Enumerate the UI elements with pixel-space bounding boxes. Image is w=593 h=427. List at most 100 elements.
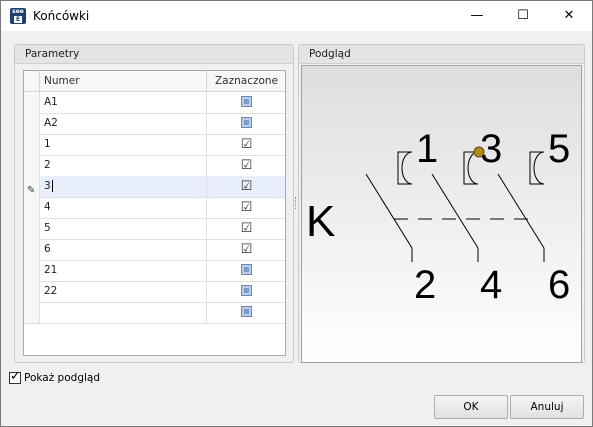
- checked-checkbox-icon[interactable]: ☑: [241, 179, 253, 194]
- row-indicator[interactable]: [24, 92, 40, 113]
- zaznaczone-cell[interactable]: ☑: [208, 176, 285, 197]
- numer-cell[interactable]: 21: [40, 260, 207, 281]
- numer-value: 6: [44, 243, 51, 255]
- maximize-button[interactable]: ☐: [500, 1, 546, 31]
- header-zaznaczone[interactable]: Zaznaczone: [208, 71, 285, 91]
- cancel-button[interactable]: Anuluj: [510, 395, 584, 419]
- title-bar: see E Końcówki — ☐ ✕: [1, 1, 592, 31]
- unchecked-checkbox-icon[interactable]: [241, 96, 252, 107]
- table-row[interactable]: 22: [24, 281, 285, 303]
- row-indicator[interactable]: [24, 239, 40, 260]
- numer-cell[interactable]: 1: [40, 134, 207, 155]
- parametry-grid[interactable]: Numer Zaznaczone A1 A2 1 ☑ 2 ☑ ✎ 3 ☑ 4 ☑ 5 ☑ 6 ☑ 21 22: [23, 70, 286, 356]
- grid-header: Numer Zaznaczone: [24, 71, 285, 92]
- numer-cell[interactable]: A1: [40, 92, 207, 113]
- numer-value: 4: [44, 201, 51, 213]
- symbol-label: K: [306, 197, 335, 246]
- table-row[interactable]: A1: [24, 92, 285, 114]
- checked-checkbox-icon[interactable]: ☑: [241, 221, 253, 236]
- zaznaczone-cell[interactable]: [208, 260, 285, 281]
- checked-checkbox-icon[interactable]: ☑: [241, 242, 253, 257]
- header-numer[interactable]: Numer: [40, 71, 207, 91]
- row-indicator[interactable]: [24, 281, 40, 302]
- numer-value: 22: [44, 285, 58, 297]
- app-icon-text-bottom: E: [14, 16, 22, 23]
- numer-cell[interactable]: 22: [40, 281, 207, 302]
- contact-lines: [365, 151, 545, 262]
- table-row[interactable]: 1 ☑: [24, 134, 285, 156]
- app-icon: see E: [10, 8, 26, 24]
- minimize-button[interactable]: —: [454, 1, 500, 31]
- numer-cell[interactable]: A2: [40, 113, 207, 134]
- selection-marker[interactable]: [473, 146, 485, 158]
- numer-value: 21: [44, 264, 58, 276]
- numer-value: 5: [44, 222, 51, 234]
- numer-cell[interactable]: 3: [40, 176, 207, 197]
- numer-cell[interactable]: 2: [40, 155, 207, 176]
- table-row[interactable]: 4 ☑: [24, 197, 285, 219]
- terminal-bottom-2: 2: [414, 263, 436, 307]
- row-indicator[interactable]: [24, 155, 40, 176]
- numer-value: 2: [44, 159, 51, 171]
- row-indicator[interactable]: [24, 260, 40, 281]
- header-indicator: [24, 71, 40, 91]
- terminal-bottom-4: 4: [480, 263, 502, 307]
- table-row[interactable]: A2: [24, 113, 285, 135]
- row-indicator[interactable]: [24, 218, 40, 239]
- checked-checkbox-icon[interactable]: ☑: [241, 158, 253, 173]
- numer-value: 3: [44, 180, 51, 192]
- row-indicator[interactable]: ✎: [24, 176, 40, 197]
- table-row[interactable]: [24, 302, 285, 324]
- table-row[interactable]: 21: [24, 260, 285, 282]
- zaznaczone-cell[interactable]: ☑: [208, 218, 285, 239]
- terminal-bottom-6: 6: [548, 263, 570, 307]
- app-icon-text-top: see: [12, 8, 24, 15]
- terminal-top-5: 5: [548, 127, 570, 171]
- unchecked-checkbox-icon[interactable]: [241, 264, 252, 275]
- zaznaczone-cell[interactable]: [208, 302, 285, 323]
- table-row[interactable]: ✎ 3 ☑: [24, 176, 285, 198]
- numer-cell[interactable]: [40, 302, 207, 323]
- table-row[interactable]: 5 ☑: [24, 218, 285, 240]
- row-indicator[interactable]: [24, 134, 40, 155]
- checkbox-icon[interactable]: [9, 369, 21, 384]
- numer-cell[interactable]: 4: [40, 197, 207, 218]
- zaznaczone-cell[interactable]: ☑: [208, 134, 285, 155]
- zaznaczone-cell[interactable]: [208, 113, 285, 134]
- row-indicator[interactable]: [24, 302, 40, 323]
- terminal-top-1: 1: [416, 127, 438, 171]
- zaznaczone-cell[interactable]: ☑: [208, 197, 285, 218]
- table-row[interactable]: 6 ☑: [24, 239, 285, 261]
- zaznaczone-cell[interactable]: ☑: [208, 239, 285, 260]
- minimize-icon: —: [470, 8, 484, 23]
- show-preview-checkbox[interactable]: Pokaż podgląd: [9, 369, 100, 384]
- contactor-symbol: K 1 3 5 2 4 6: [306, 127, 570, 307]
- zaznaczone-cell[interactable]: ☑: [208, 155, 285, 176]
- splitter-handle[interactable]: [295, 197, 298, 209]
- numer-value: A2: [44, 117, 58, 129]
- window-title: Końcówki: [33, 9, 90, 23]
- table-row[interactable]: 2 ☑: [24, 155, 285, 177]
- unchecked-checkbox-icon[interactable]: [241, 285, 252, 296]
- zaznaczone-cell[interactable]: [208, 92, 285, 113]
- maximize-icon: ☐: [517, 8, 529, 23]
- dialog-window: see E Końcówki — ☐ ✕ Parametry Numer Zaz…: [0, 0, 593, 427]
- numer-cell[interactable]: 6: [40, 239, 207, 260]
- preview-canvas: K 1 3 5 2 4 6: [301, 65, 582, 363]
- numer-value: 1: [44, 138, 51, 150]
- close-icon: ✕: [563, 8, 575, 23]
- zaznaczone-cell[interactable]: [208, 281, 285, 302]
- parametry-title: Parametry: [15, 45, 293, 64]
- close-button[interactable]: ✕: [546, 1, 592, 31]
- unchecked-checkbox-icon[interactable]: [241, 306, 252, 317]
- unchecked-checkbox-icon[interactable]: [241, 117, 252, 128]
- podglad-title: Podgląd: [299, 45, 584, 64]
- ok-button[interactable]: OK: [434, 395, 508, 419]
- row-indicator[interactable]: [24, 113, 40, 134]
- checked-checkbox-icon[interactable]: ☑: [241, 200, 253, 215]
- row-indicator[interactable]: [24, 197, 40, 218]
- show-preview-label: Pokaż podgląd: [24, 372, 100, 384]
- numer-cell[interactable]: 5: [40, 218, 207, 239]
- checked-checkbox-icon[interactable]: ☑: [241, 137, 253, 152]
- text-caret: [51, 180, 53, 192]
